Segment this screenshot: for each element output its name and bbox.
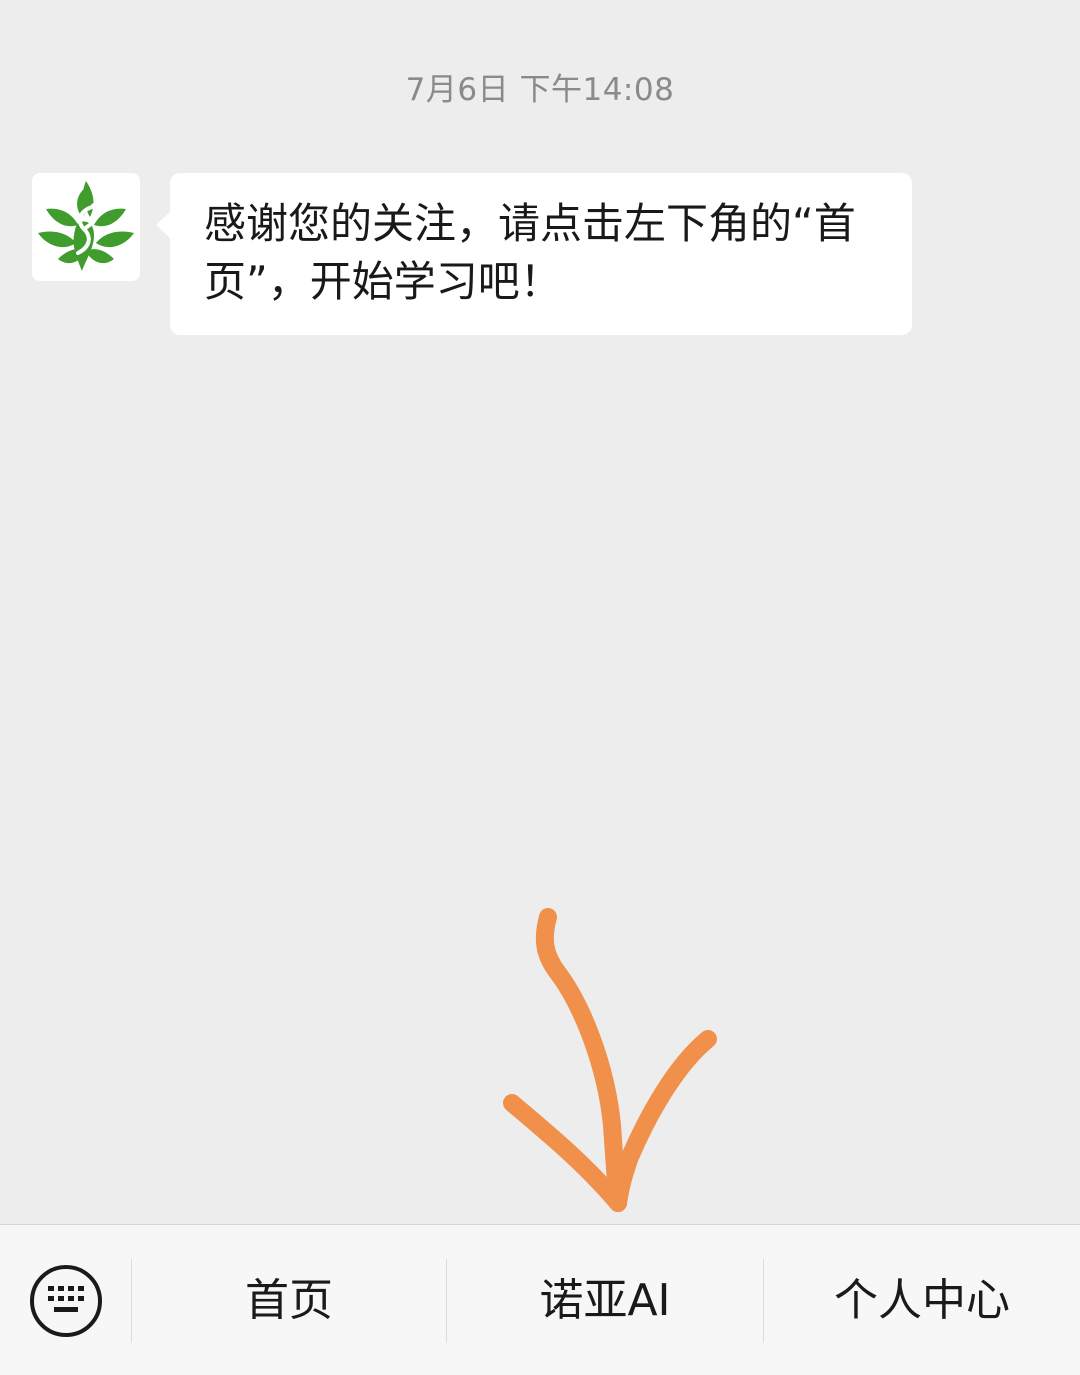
menu-item-personal-center[interactable]: 个人中心 xyxy=(764,1225,1080,1375)
keyboard-toggle-button[interactable] xyxy=(30,1265,102,1337)
official-account-avatar[interactable] xyxy=(32,173,140,281)
menu-item-home[interactable]: 首页 xyxy=(132,1225,446,1375)
keyboard-icon xyxy=(48,1286,84,1312)
hand-drawn-arrow-icon xyxy=(503,908,717,1212)
bottom-menu-bar: 首页 诺亚AI 个人中心 xyxy=(0,1224,1080,1375)
chat-screen: 7月6日 下午14:08 感谢您的关注，请点击左下角的“首页”，开始学习吧！ 首… xyxy=(0,0,1080,1375)
message-bubble[interactable]: 感谢您的关注，请点击左下角的“首页”，开始学习吧！ xyxy=(156,173,912,335)
menu-item-noah-ai[interactable]: 诺亚AI xyxy=(447,1225,763,1375)
leaf-logo-icon xyxy=(38,181,134,271)
message-timestamp: 7月6日 下午14:08 xyxy=(405,72,675,108)
